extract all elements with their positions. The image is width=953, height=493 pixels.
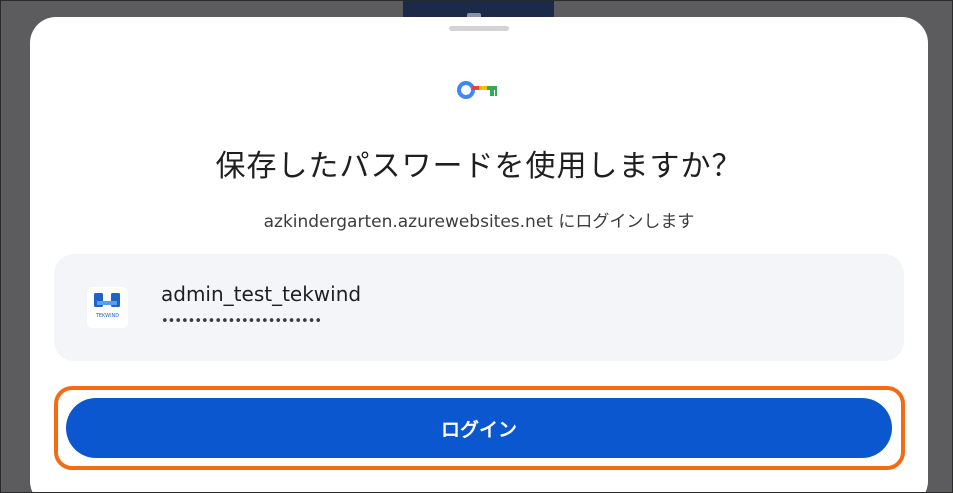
saved-account-card[interactable]: TEKWIND admin_test_tekwind •••••••••••••…	[54, 254, 904, 361]
account-password-mask: ••••••••••••••••••••••••	[161, 314, 322, 329]
password-bottom-sheet: 保存したパスワードを使用しますか？ azkindergarten.azurewe…	[30, 17, 928, 492]
login-button[interactable]: ログイン	[66, 398, 892, 458]
screen-frame: 保存したパスワードを使用しますか？ azkindergarten.azurewe…	[0, 0, 953, 493]
drag-handle[interactable]	[449, 26, 509, 31]
account-username: admin_test_tekwind	[161, 282, 362, 306]
dialog-title: 保存したパスワードを使用しますか？	[215, 149, 743, 184]
tekwind-logo-icon: TEKWIND	[87, 287, 128, 328]
svg-text:TEKWIND: TEKWIND	[95, 313, 119, 319]
key-icon	[457, 81, 497, 99]
dialog-subtitle: azkindergarten.azurewebsites.net にログインしま…	[263, 212, 695, 232]
